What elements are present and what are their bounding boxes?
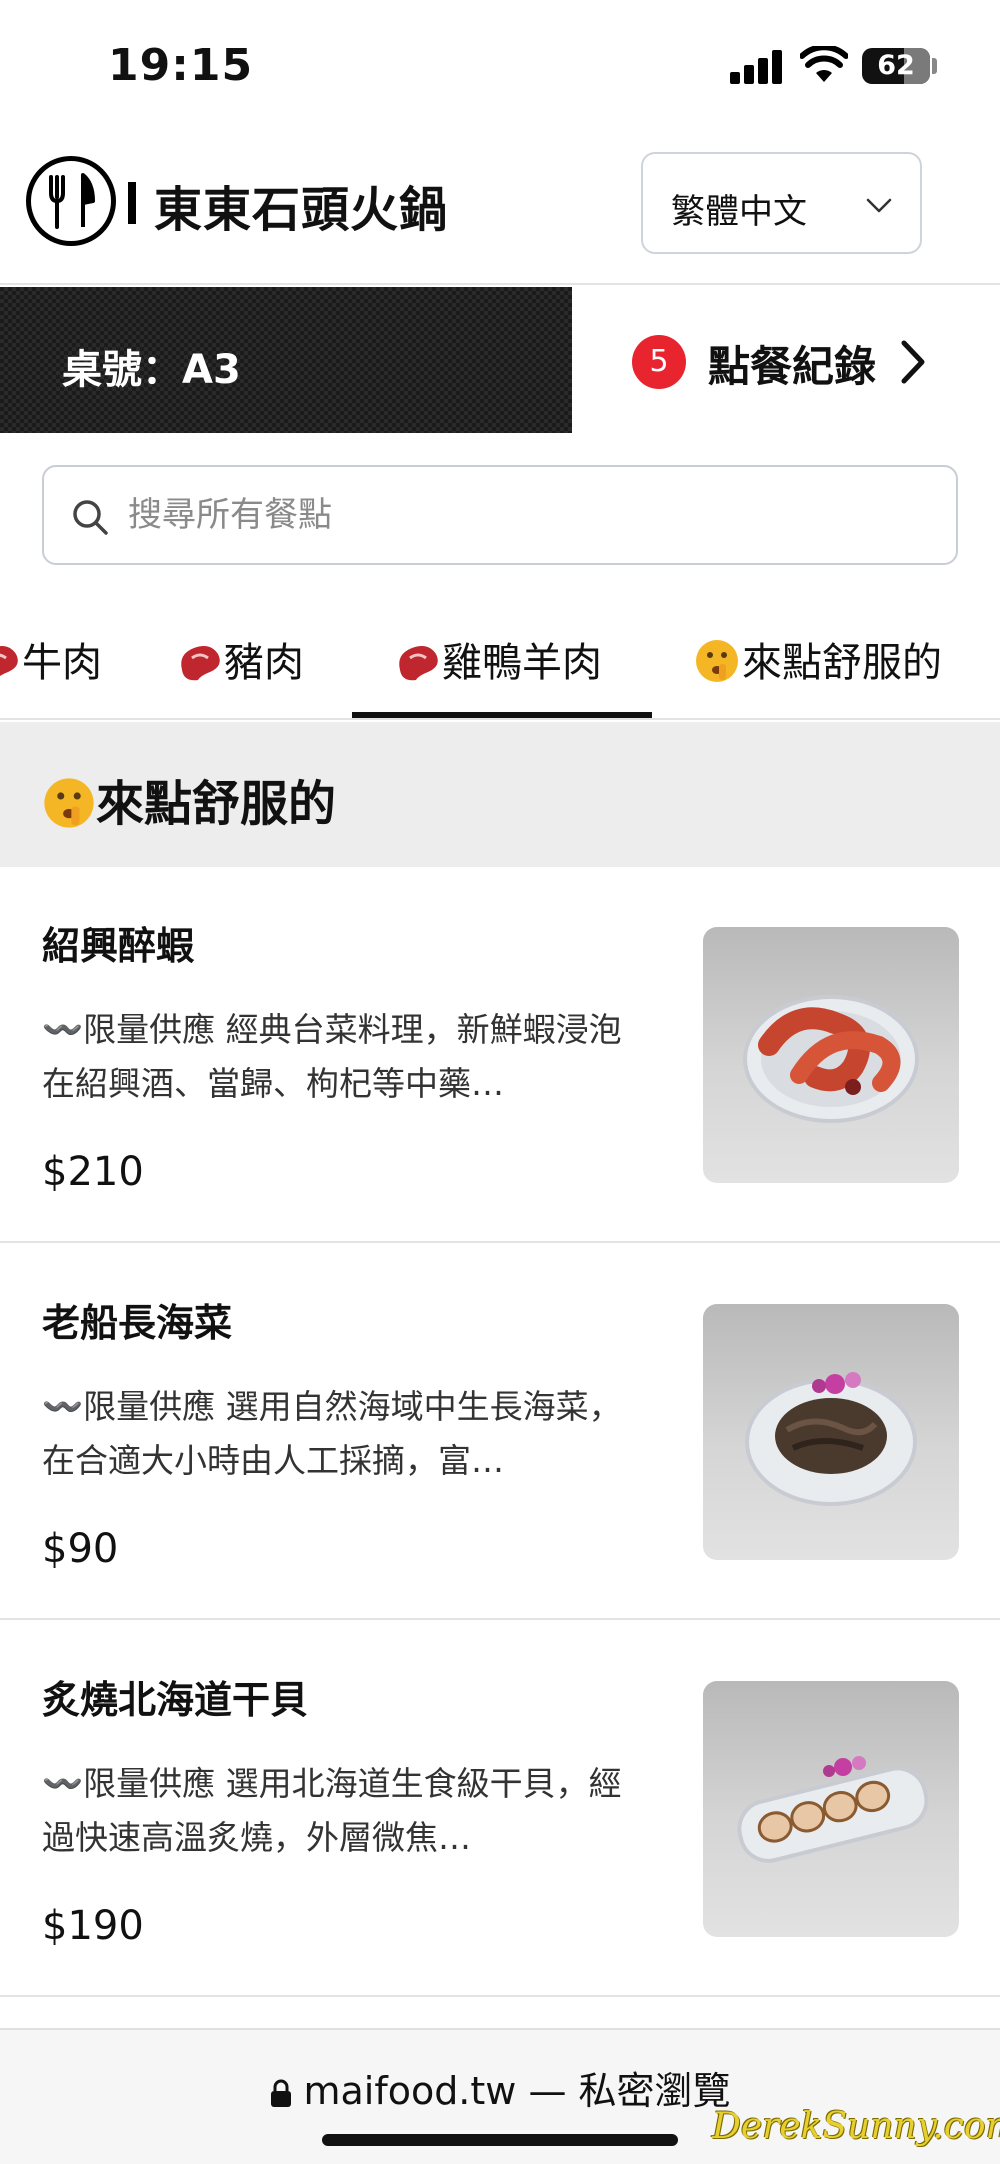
search-input[interactable]: [128, 485, 928, 545]
item-price: $210: [42, 1149, 144, 1195]
item-description: 〰️限量供應 選用自然海域中生長海菜，在合適大小時由人工採摘，富…: [42, 1387, 622, 1480]
browser-bar: maifood.tw — 私密瀏覽 DerekSunny.com: [0, 2028, 1000, 2164]
section-header: 來點舒服的: [0, 722, 1000, 867]
brand-divider: [128, 182, 136, 224]
shushing-face-icon: [44, 778, 94, 828]
item-price: $90: [42, 1526, 119, 1572]
app-header: 東東石頭火鍋 繁體中文: [0, 130, 1000, 285]
tab-pork[interactable]: 豬肉: [176, 630, 304, 688]
tab-label: 豬肉: [224, 640, 304, 686]
seaweed-photo[interactable]: [703, 1304, 959, 1560]
item-name: 炙燒北海道干貝: [42, 1678, 309, 1722]
tab-label: 雞鴨羊肉: [442, 640, 602, 686]
restaurant-name: 東東石頭火鍋: [154, 182, 449, 238]
tab-comfort[interactable]: 來點舒服的: [694, 630, 942, 688]
section-title: 來點舒服的: [42, 764, 336, 834]
chevron-down-icon: [866, 198, 892, 213]
menu-item[interactable]: 炙燒北海道干貝 〰️限量供應 選用北海道生食級干貝，經過快速高溫炙燒，外層微焦……: [0, 1621, 1000, 1997]
item-description: 〰️限量供應 選用北海道生食級干貝，經過快速高溫炙燒，外層微焦…: [42, 1764, 622, 1857]
shushing-face-icon: [696, 640, 738, 682]
home-indicator[interactable]: [322, 2134, 678, 2146]
battery-tip: [932, 58, 937, 74]
battery-level: 62: [877, 50, 915, 81]
tab-label: 來點舒服的: [742, 640, 942, 686]
order-count-badge: 5: [632, 335, 686, 389]
status-bar: 19:15 62: [0, 0, 1000, 130]
item-price: $190: [42, 1903, 144, 1949]
cellular-signal-icon: [730, 50, 784, 84]
chevron-right-icon: [901, 340, 925, 384]
tab-label: 牛肉: [22, 640, 102, 686]
item-name: 老船長海菜: [42, 1301, 233, 1345]
table-bar: 桌號：A3 5 點餐紀錄: [0, 287, 1000, 433]
url-text: maifood.tw — 私密瀏覽: [303, 2069, 731, 2113]
watermark: DerekSunny.com: [712, 2106, 1000, 2147]
order-record-button[interactable]: 5 點餐紀錄: [572, 287, 1000, 433]
seared-scallop-photo[interactable]: [703, 1681, 959, 1937]
language-select-value: 繁體中文: [671, 192, 807, 232]
fork-knife-logo-icon: [26, 156, 116, 246]
table-number: 桌號：A3: [62, 347, 241, 393]
status-time: 19:15: [108, 40, 254, 91]
section-title-text: 來點舒服的: [96, 776, 337, 832]
language-select[interactable]: 繁體中文: [641, 152, 922, 254]
meat-icon: [181, 646, 220, 681]
meat-icon: [399, 646, 438, 681]
wifi-icon: [800, 46, 848, 82]
category-tabs: 牛肉 豬肉 雞鴨羊肉 來點舒服的: [0, 600, 1000, 720]
table-number-panel: 桌號：A3: [0, 287, 572, 433]
drunken-shrimp-photo[interactable]: [703, 927, 959, 1183]
meat-icon: [0, 646, 18, 676]
battery-icon: 62: [862, 48, 930, 84]
search-icon: [73, 500, 108, 535]
tab-beef[interactable]: 牛肉: [0, 630, 102, 688]
tab-poultry-lamb[interactable]: 雞鴨羊肉: [394, 630, 602, 688]
search-box[interactable]: [42, 465, 958, 565]
lock-icon: [271, 2079, 292, 2107]
menu-item[interactable]: 老船長海菜 〰️限量供應 選用自然海域中生長海菜，在合適大小時由人工採摘，富… …: [0, 1244, 1000, 1620]
active-tab-indicator: [352, 712, 652, 718]
item-description: 〰️限量供應 經典台菜料理，新鮮蝦浸泡在紹興酒、當歸、枸杞等中藥…: [42, 1010, 622, 1103]
item-name: 紹興醉蝦: [42, 924, 195, 968]
order-record-label: 點餐紀錄: [708, 342, 877, 391]
menu-item[interactable]: 紹興醉蝦 〰️限量供應 經典台菜料理，新鮮蝦浸泡在紹興酒、當歸、枸杞等中藥… $…: [0, 867, 1000, 1243]
